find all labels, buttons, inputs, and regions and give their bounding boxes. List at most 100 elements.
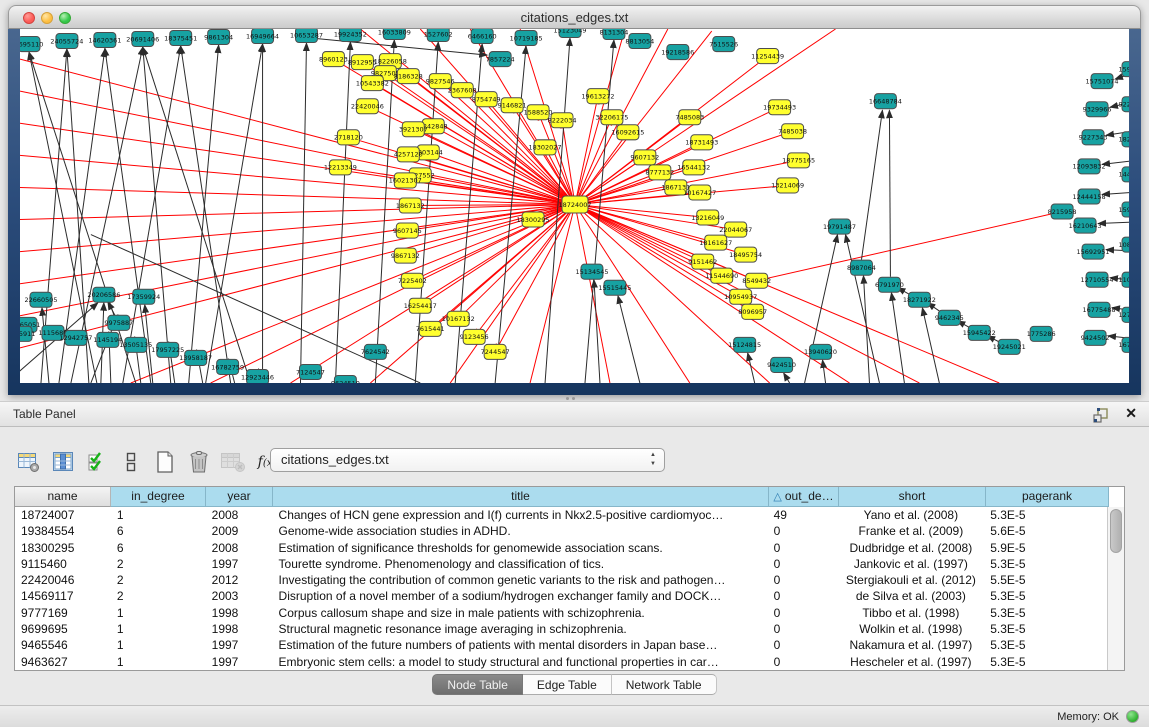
node-label: 14620361 [88, 36, 121, 44]
table-cell: 1997 [206, 556, 273, 572]
red-edge[interactable] [20, 187, 575, 204]
close-panel-icon[interactable]: ✕ [1125, 405, 1137, 422]
table-cell: 5.3E-5 [984, 588, 1107, 604]
table-row[interactable]: 977716911998Corpus callosum shape and si… [15, 605, 1107, 621]
application-window: citations_edges.txt 16951102405572414620… [0, 0, 1149, 727]
float-window-icon[interactable] [1093, 407, 1109, 423]
table-settings-icon[interactable] [14, 447, 44, 477]
node-label: 8131304 [599, 29, 628, 36]
tab-edge-table[interactable]: Edge Table [523, 674, 612, 695]
node-label: 1867132 [396, 202, 425, 210]
red-edge[interactable] [530, 204, 575, 383]
table-cell: 9699695 [15, 621, 111, 637]
node-label: 2367608 [448, 86, 477, 94]
red-edge[interactable] [291, 204, 575, 383]
table-cell: 5.3E-5 [984, 637, 1107, 653]
network-window-titlebar[interactable]: citations_edges.txt [8, 5, 1141, 29]
table-row[interactable]: 1830029562008Estimation of significance … [15, 540, 1107, 556]
delete-table-icon[interactable] [218, 447, 248, 477]
black-edge[interactable] [823, 360, 826, 383]
column-header-in_degree[interactable]: in_degree [111, 487, 206, 507]
table-row[interactable]: 969969511998Structural magnetic resonanc… [15, 621, 1107, 637]
node-label: 9607145 [393, 227, 422, 235]
network-graph[interactable]: 1695110240557241462036120691406183754519… [20, 29, 1129, 383]
node-label: 9861304 [204, 33, 233, 41]
column-header-short[interactable]: short [839, 487, 986, 507]
node-label: 19734493 [763, 104, 796, 112]
table-cell: 1998 [206, 605, 273, 621]
node-label: 8754749 [472, 95, 501, 103]
table-header-row: namein_degreeyeartitle△out_de…shortpager… [15, 487, 1124, 507]
network-frame-border: 1695110240557241462036120691406183754519… [8, 29, 1141, 395]
black-edge[interactable] [335, 42, 350, 383]
tab-network-table[interactable]: Network Table [612, 674, 717, 695]
black-edge[interactable] [618, 296, 640, 383]
tab-node-table[interactable]: Node Table [432, 674, 523, 695]
node-label: 15124815 [728, 341, 761, 349]
table-cell: Estimation of significance thresholds fo… [273, 540, 768, 556]
select-rows-icon[interactable] [82, 447, 112, 477]
black-edge[interactable] [784, 373, 790, 383]
node-label: 13940620 [804, 348, 837, 356]
table-cell: 2009 [206, 523, 273, 539]
delete-trash-icon[interactable] [184, 447, 214, 477]
table-row[interactable]: 1872400712008Changes of HCN gene express… [15, 507, 1107, 523]
node-label: 7624542 [361, 348, 390, 356]
table-selector-dropdown[interactable]: citations_edges.txt ▲▼ [270, 448, 665, 472]
node-label: 18161627 [699, 239, 732, 247]
table-row[interactable]: 946554611997Estimation of the future num… [15, 637, 1107, 653]
column-chooser-icon[interactable] [48, 447, 78, 477]
red-edge[interactable] [757, 212, 1062, 281]
node-label: 1695110 [20, 40, 43, 48]
red-edge[interactable] [20, 91, 575, 204]
node-label: 7485083 [675, 114, 704, 122]
table-selector-value: citations_edges.txt [281, 452, 389, 467]
node-label: 8987064 [847, 264, 876, 272]
black-edge[interactable] [375, 40, 394, 383]
node-label: 16648784 [869, 97, 902, 105]
node-label: 9462345 [935, 314, 964, 322]
node-label: 18271922 [903, 296, 936, 304]
table-row[interactable]: 1938455462009Genome-wide association stu… [15, 523, 1107, 539]
table-cell: 6 [111, 540, 206, 556]
table-cell: Franke et al. (2009) [838, 523, 985, 539]
black-edge[interactable] [861, 110, 882, 259]
table-scrollbar[interactable] [1107, 507, 1124, 670]
black-edge[interactable] [889, 110, 890, 276]
black-edge[interactable] [123, 46, 181, 383]
black-edge[interactable] [1102, 159, 1129, 164]
network-canvas[interactable]: 1695110240557241462036120691406183754519… [20, 29, 1129, 383]
new-table-icon[interactable] [150, 447, 180, 477]
column-header-pagerank[interactable]: pagerank [986, 487, 1109, 507]
column-header-name[interactable]: name [15, 487, 111, 507]
network-window-title: citations_edges.txt [9, 6, 1140, 30]
sort-ascending-icon: △ [773, 491, 781, 503]
column-header-out_de[interactable]: △out_de… [769, 487, 839, 507]
table-row[interactable]: 2242004622012Investigating the contribut… [15, 572, 1107, 588]
node-label: 18375451 [164, 34, 197, 42]
column-header-title[interactable]: title [273, 487, 769, 507]
column-header-year[interactable]: year [206, 487, 273, 507]
red-edge[interactable] [20, 59, 575, 204]
table-cell: 5.3E-5 [984, 605, 1107, 621]
scrollbar-thumb[interactable] [1110, 509, 1122, 553]
row-height-icon[interactable] [116, 447, 146, 477]
black-edge[interactable] [863, 276, 869, 383]
node-label: 15123049 [553, 29, 586, 34]
table-cell: 5.5E-5 [984, 572, 1107, 588]
node-label: 8960123 [319, 55, 348, 63]
black-edge[interactable] [594, 280, 600, 383]
table-row[interactable]: 911546021997Tourette syndrome. Phenomeno… [15, 556, 1107, 572]
table-cell: 2 [111, 572, 206, 588]
node-label: 18300295 [517, 216, 550, 224]
table-row[interactable]: 1456911722003Disruption of a novel membe… [15, 588, 1107, 604]
black-edge[interactable] [805, 235, 838, 383]
black-edge[interactable] [1098, 222, 1129, 224]
table-row[interactable]: 946362711997Embryonic stem cells: a mode… [15, 654, 1107, 670]
black-edge[interactable] [143, 47, 251, 383]
table-cell: 0 [768, 523, 838, 539]
node-label: 17359924 [127, 293, 160, 301]
node-label: 16544132 [677, 164, 710, 172]
black-edge[interactable] [1102, 191, 1129, 194]
black-edge[interactable] [300, 43, 306, 383]
